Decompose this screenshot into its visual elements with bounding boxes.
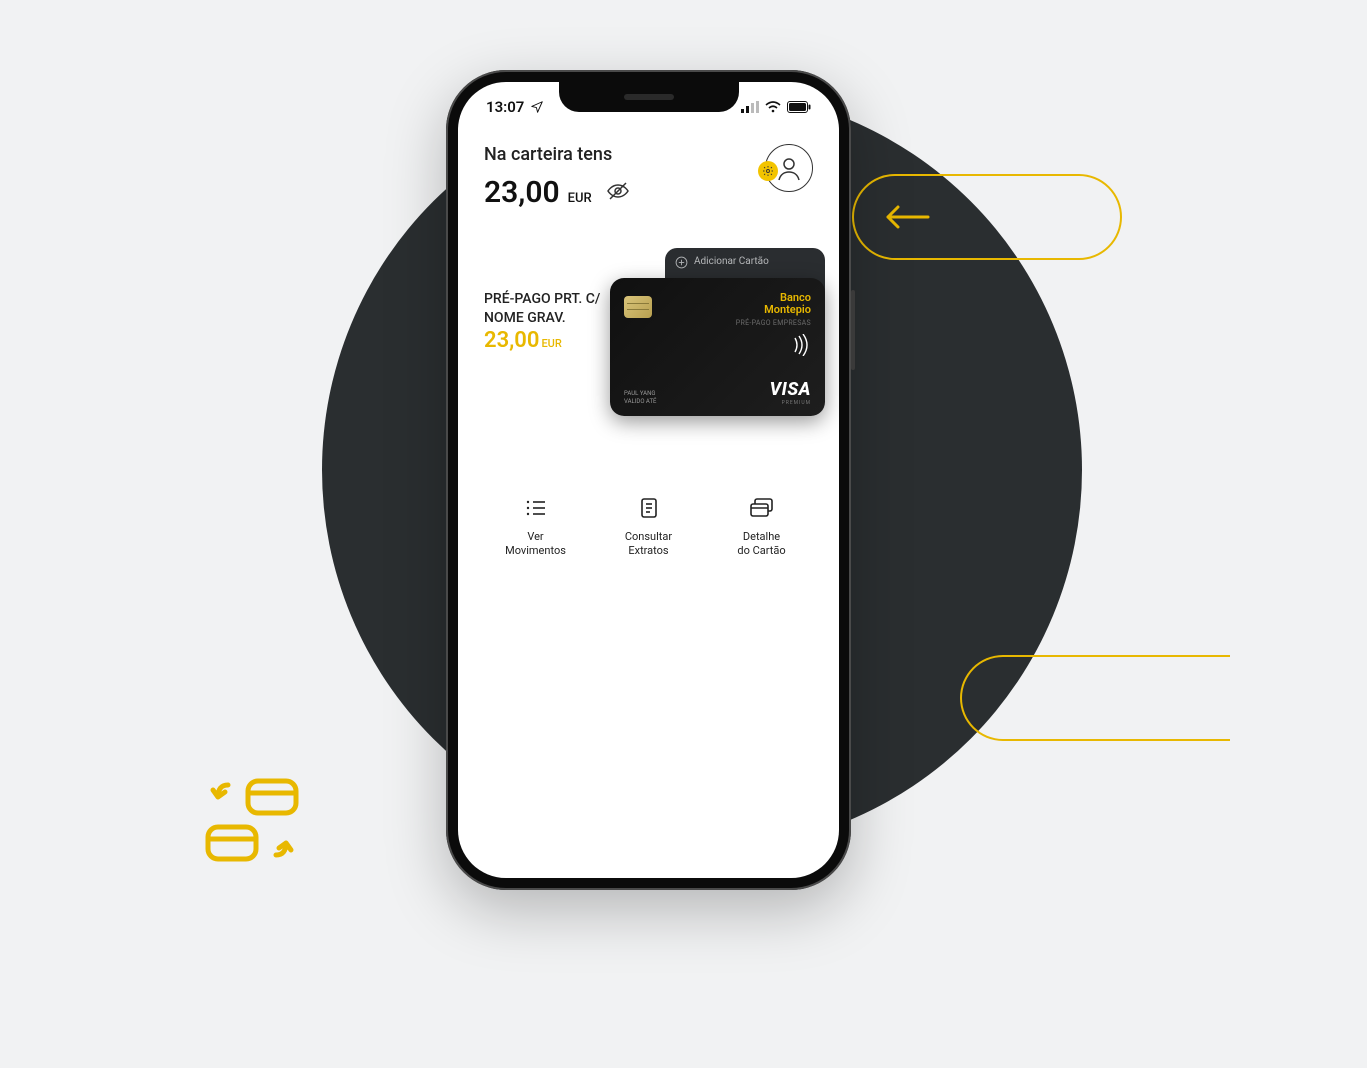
action-label: Ver xyxy=(527,530,543,543)
card-brand-sub: PRÉ-PAGO EMPRESAS xyxy=(736,319,811,327)
card-product-name: PRÉ-PAGO PRT. C/ NOME GRAV. xyxy=(484,290,629,328)
callout-pill-bottom xyxy=(960,655,1230,741)
location-icon xyxy=(530,100,544,114)
phone-notch xyxy=(559,82,739,112)
card-amount-currency: EUR xyxy=(541,337,561,350)
card-chip-icon xyxy=(624,296,652,318)
action-label-2: Movimentos xyxy=(505,544,566,557)
card-transfer-icon xyxy=(202,775,302,869)
phone-screen: 13:07 Na carteira tens 23,00 EUR xyxy=(458,82,839,878)
settings-badge[interactable] xyxy=(758,161,778,181)
person-icon xyxy=(774,153,804,183)
card-amount: 23,00 xyxy=(484,328,539,353)
list-icon xyxy=(524,496,548,520)
add-card-label: Adicionar Cartão xyxy=(694,256,769,267)
card-network: VISA xyxy=(770,379,811,400)
cell-signal-icon xyxy=(741,101,759,113)
phone-frame: 13:07 Na carteira tens 23,00 EUR xyxy=(446,70,851,890)
eye-off-icon xyxy=(606,179,630,203)
action-label: Consultar xyxy=(625,530,672,543)
profile-button[interactable] xyxy=(765,144,813,192)
status-time: 13:07 xyxy=(486,98,524,116)
plus-circle-icon xyxy=(675,256,688,269)
battery-icon xyxy=(787,101,811,113)
document-icon xyxy=(637,496,661,520)
wallet-label: Na carteira tens xyxy=(484,144,630,165)
toggle-visibility-button[interactable] xyxy=(606,179,630,207)
arrow-left-icon xyxy=(884,203,930,231)
action-view-movements[interactable]: VerMovimentos xyxy=(491,496,581,559)
action-label: Detalhe xyxy=(743,530,780,543)
action-label-2: do Cartão xyxy=(737,544,785,557)
contactless-icon xyxy=(793,334,811,356)
cards-icon xyxy=(749,496,775,520)
gear-icon xyxy=(762,165,774,177)
action-card-details[interactable]: Detalhedo Cartão xyxy=(717,496,807,559)
wallet-currency: EUR xyxy=(568,191,592,206)
card-holder-line2: VALIDO ATÉ xyxy=(624,398,656,406)
card-brand-line2: Montepio xyxy=(736,304,811,316)
action-consult-statements[interactable]: ConsultarExtratos xyxy=(604,496,694,559)
wifi-icon xyxy=(765,101,781,113)
card-network-sub: PREMIUM xyxy=(770,400,811,406)
action-label-2: Extratos xyxy=(628,544,668,557)
callout-pill-top xyxy=(852,174,1122,260)
card-visual[interactable]: Banco Montepio PRÉ-PAGO EMPRESAS PAUL YA… xyxy=(610,278,825,416)
phone-side-button xyxy=(851,290,855,370)
wallet-amount: 23,00 xyxy=(484,175,560,210)
